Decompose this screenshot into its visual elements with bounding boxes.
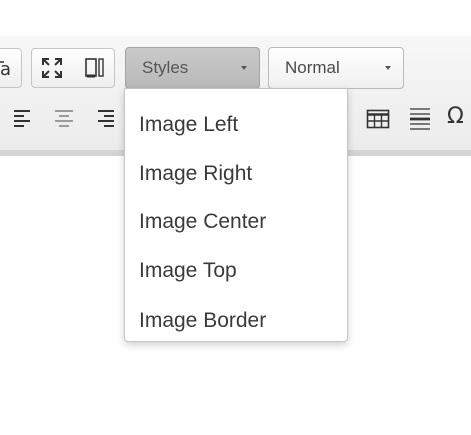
chevron-down-icon (241, 66, 247, 70)
special-char-button[interactable]: Ω (447, 104, 471, 132)
align-left-icon (14, 110, 30, 127)
show-blocks-button[interactable] (74, 49, 114, 87)
maximize-icon (42, 58, 62, 78)
table-icon (366, 109, 390, 129)
align-left-button[interactable] (12, 108, 36, 130)
align-center-button[interactable] (53, 108, 77, 130)
format-combo-label: Normal (285, 58, 340, 77)
styles-combo-label: Styles (142, 58, 189, 77)
style-option-image-border[interactable]: Image Border (139, 309, 266, 333)
align-center-icon (55, 110, 73, 127)
clipboard-button-group: a (0, 48, 22, 88)
editor-header-strip (0, 0, 471, 37)
align-right-button[interactable] (94, 108, 118, 130)
format-combo[interactable]: Normal (268, 47, 404, 89)
style-option-image-right[interactable]: Image Right (139, 162, 252, 186)
styles-combo[interactable]: Styles (125, 47, 260, 89)
style-option-image-top[interactable]: Image Top (139, 259, 237, 283)
horizontal-rule-button[interactable] (408, 106, 432, 132)
special-char-icon: Ω (447, 104, 464, 129)
chevron-down-icon (385, 66, 391, 70)
align-right-icon (98, 110, 114, 127)
style-option-image-left[interactable]: Image Left (139, 113, 238, 137)
paste-from-word-icon: a (0, 59, 11, 80)
styles-dropdown-menu: Image Left Image Right Image Center Imag… (124, 88, 348, 342)
paste-from-word-button[interactable]: a (0, 49, 21, 87)
maximize-button[interactable] (32, 49, 72, 87)
tools-button-group (31, 48, 115, 88)
style-option-image-center[interactable]: Image Center (139, 210, 266, 234)
table-button[interactable] (366, 108, 390, 130)
horizontal-rule-icon (410, 108, 430, 130)
show-blocks-icon (85, 58, 104, 78)
